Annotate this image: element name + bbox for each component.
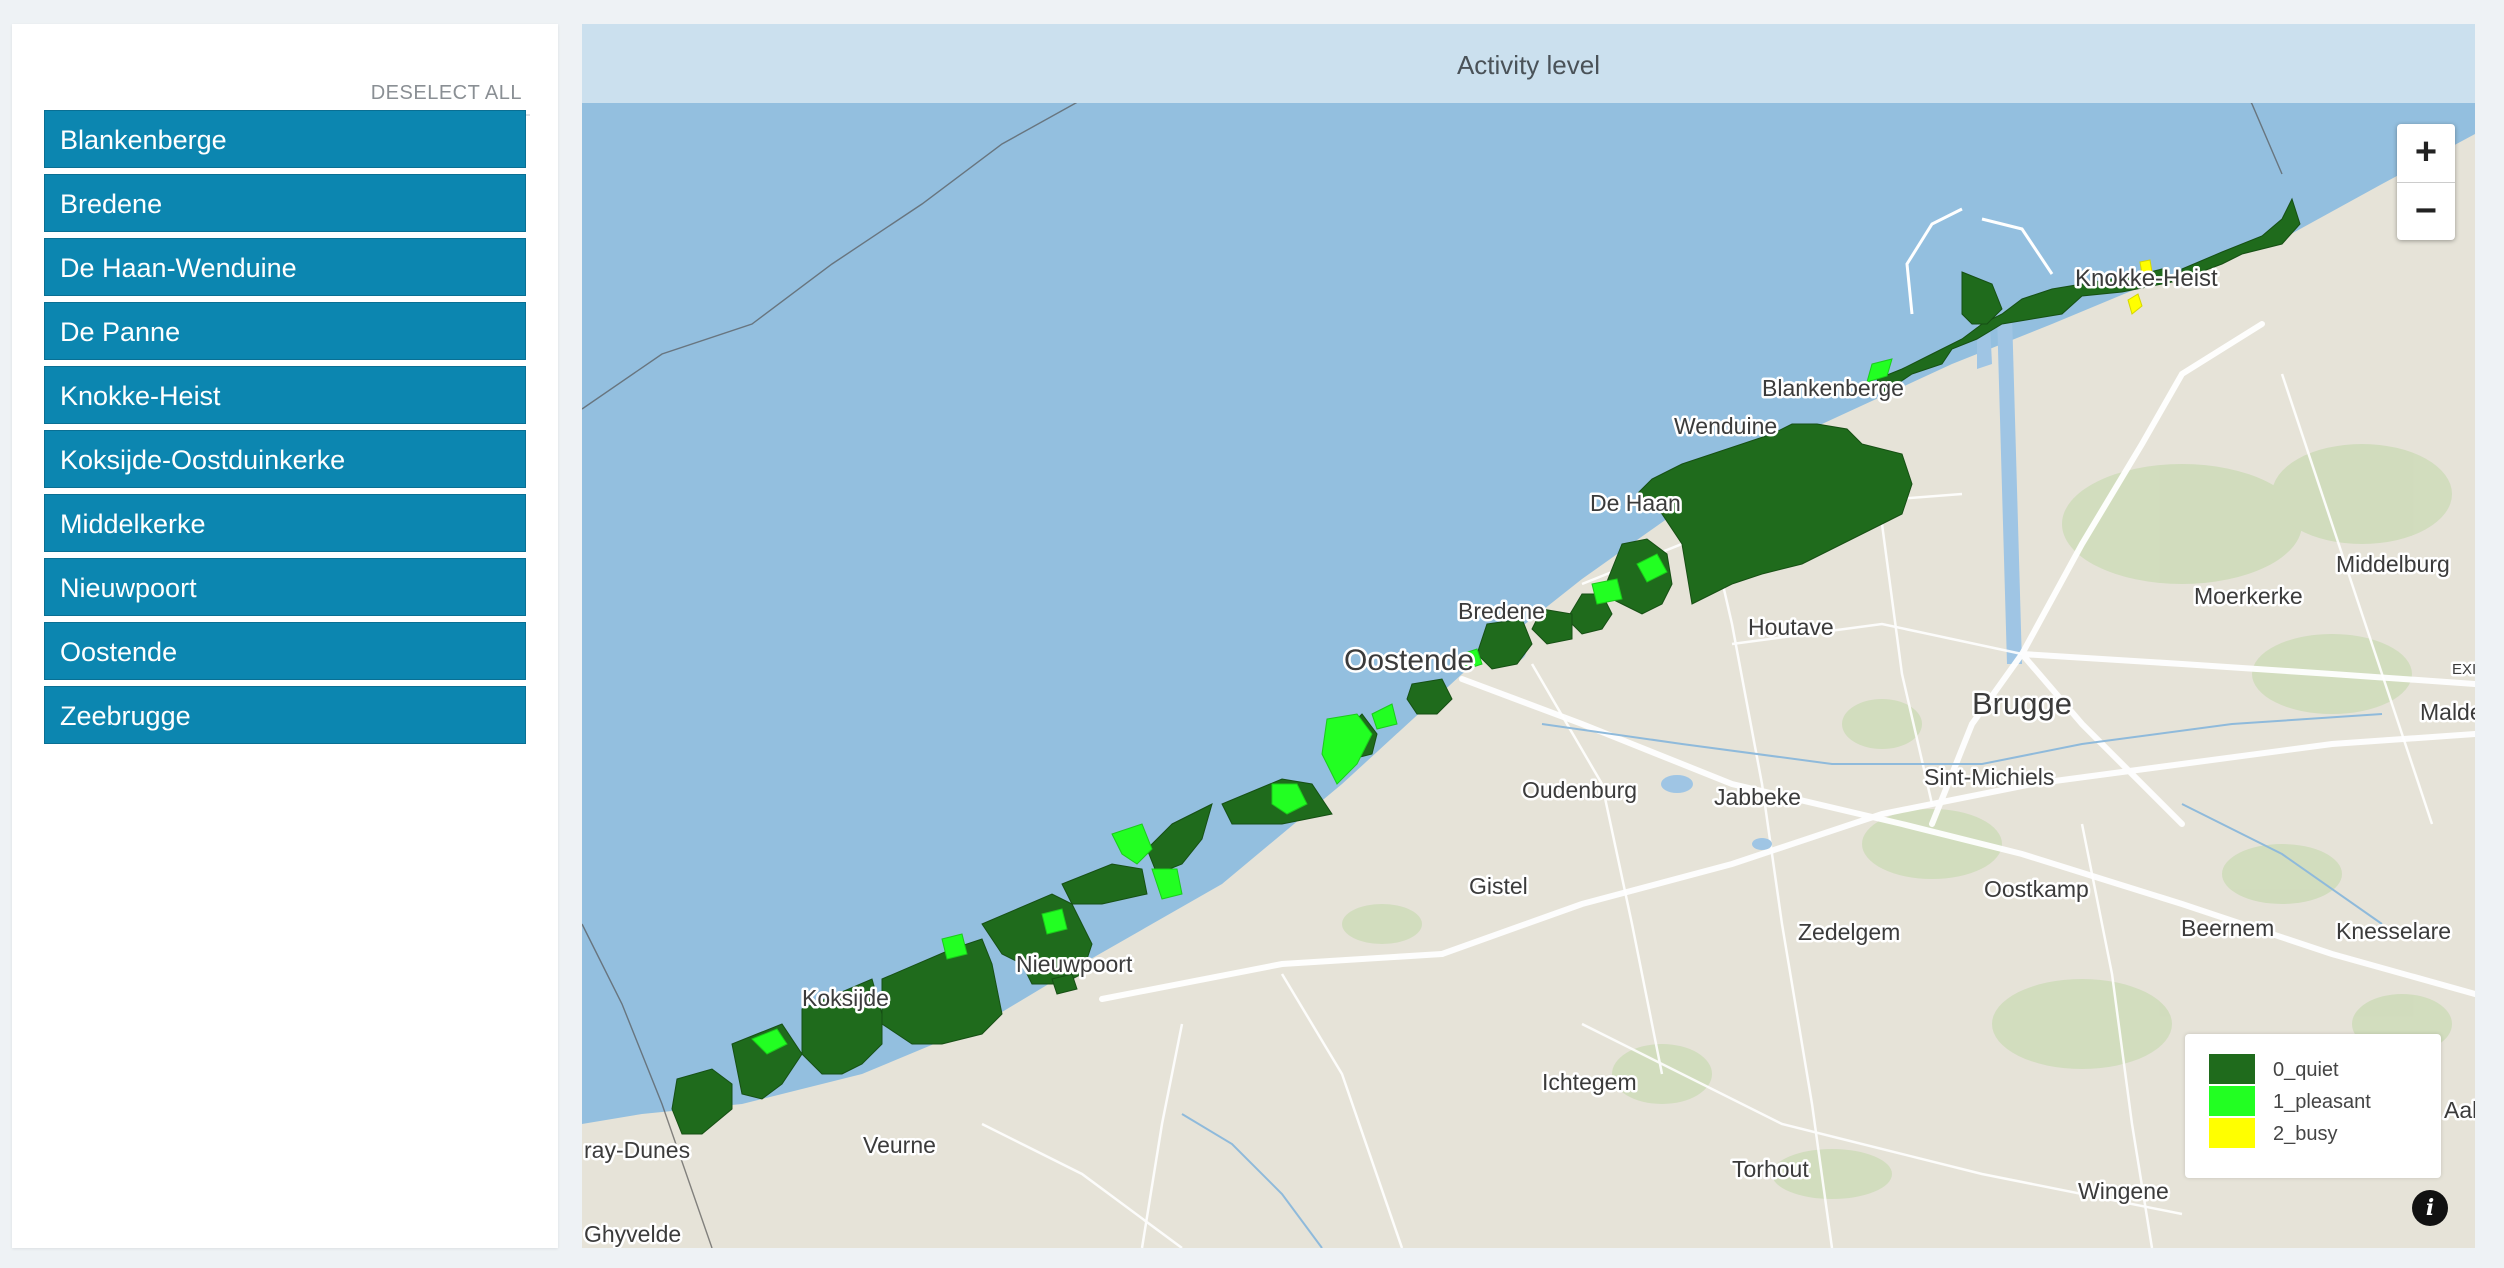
label-moerkerke: Moerkerke	[2194, 583, 2303, 609]
deselect-all-button[interactable]: DESELECT ALL	[371, 82, 522, 105]
legend-label-pleasant: 1_pleasant	[2273, 1091, 2371, 1113]
legend-item-quiet: 0_quiet	[2209, 1054, 2339, 1086]
label-veurne: Veurne	[863, 1132, 936, 1158]
label-oostkamp: Oostkamp	[1984, 876, 2089, 902]
label-de-haan: De Haan	[1590, 490, 1681, 516]
label-jabbeke: Jabbeke	[1714, 784, 1801, 810]
zoom-control: + −	[2397, 124, 2455, 240]
municipality-item-de-haan-wenduine[interactable]: De Haan-Wenduine	[44, 238, 526, 296]
label-brugge: Brugge	[1972, 686, 2072, 721]
municipality-item-zeebrugge[interactable]: Zeebrugge	[44, 686, 526, 744]
legend-label-busy: 2_busy	[2273, 1123, 2338, 1145]
label-exit: EXI	[2452, 661, 2475, 678]
label-ghyvelde: Ghyvelde	[584, 1221, 681, 1247]
legend-swatch-busy	[2209, 1118, 2255, 1148]
municipality-item-middelkerke[interactable]: Middelkerke	[44, 494, 526, 552]
label-knesselare: Knesselare	[2336, 918, 2451, 944]
label-bredene: Bredene	[1458, 598, 1545, 624]
label-oostende: Oostende	[1344, 644, 1474, 677]
label-maldegem: Maldeg	[2420, 699, 2475, 725]
municipality-item-oostende[interactable]: Oostende	[44, 622, 526, 680]
label-sint-michiels: Sint-Michiels	[1924, 764, 2054, 790]
label-middelburg: Middelburg	[2336, 551, 2450, 577]
map-title: Activity level	[582, 24, 2475, 103]
municipality-sidebar: DESELECT ALL Blankenberge Bredene De Haa…	[12, 24, 558, 1248]
zoom-in-button[interactable]: +	[2397, 124, 2455, 182]
label-nieuwpoort: Nieuwpoort	[1016, 951, 1133, 977]
label-houtave: Houtave	[1748, 614, 1834, 640]
label-beernem: Beernem	[2181, 915, 2274, 941]
map-legend: 0_quiet 1_pleasant 2_busy	[2185, 1034, 2441, 1178]
legend-item-pleasant: 1_pleasant	[2209, 1086, 2371, 1118]
label-oudenburg: Oudenburg	[1522, 777, 1637, 803]
legend-label-quiet: 0_quiet	[2273, 1059, 2339, 1081]
info-icon[interactable]: i	[2412, 1190, 2448, 1226]
label-torhout: Torhout	[1732, 1156, 1809, 1182]
legend-item-busy: 2_busy	[2209, 1118, 2338, 1150]
deselect-row: DESELECT ALL	[44, 54, 530, 116]
legend-swatch-quiet	[2209, 1054, 2255, 1084]
municipality-item-de-panne[interactable]: De Panne	[44, 302, 526, 360]
label-aalter: Aalt	[2444, 1097, 2475, 1123]
legend-swatch-pleasant	[2209, 1086, 2255, 1116]
municipality-list: Blankenberge Bredene De Haan-Wenduine De…	[44, 110, 526, 750]
label-knokke-heist: Knokke-Heist	[2075, 265, 2218, 292]
municipality-item-blankenberge[interactable]: Blankenberge	[44, 110, 526, 168]
municipality-item-koksijde-oostduinkerke[interactable]: Koksijde-Oostduinkerke	[44, 430, 526, 488]
municipality-item-bredene[interactable]: Bredene	[44, 174, 526, 232]
label-ichtegem: Ichtegem	[1542, 1069, 1637, 1095]
label-blankenberge: Blankenberge	[1762, 375, 1904, 401]
label-zedelgem: Zedelgem	[1798, 919, 1900, 945]
map-panel[interactable]: Activity level Knokke-Heist Blankenberge…	[582, 24, 2475, 1248]
label-wingene: Wingene	[2078, 1178, 2169, 1204]
label-bray-dunes: ray-Dunes	[584, 1137, 690, 1163]
municipality-item-nieuwpoort[interactable]: Nieuwpoort	[44, 558, 526, 616]
label-wenduine: Wenduine	[1674, 413, 1777, 439]
zoom-out-button[interactable]: −	[2397, 182, 2455, 241]
label-gistel: Gistel	[1469, 873, 1528, 899]
label-koksijde: Koksijde	[802, 985, 889, 1011]
municipality-item-knokke-heist[interactable]: Knokke-Heist	[44, 366, 526, 424]
